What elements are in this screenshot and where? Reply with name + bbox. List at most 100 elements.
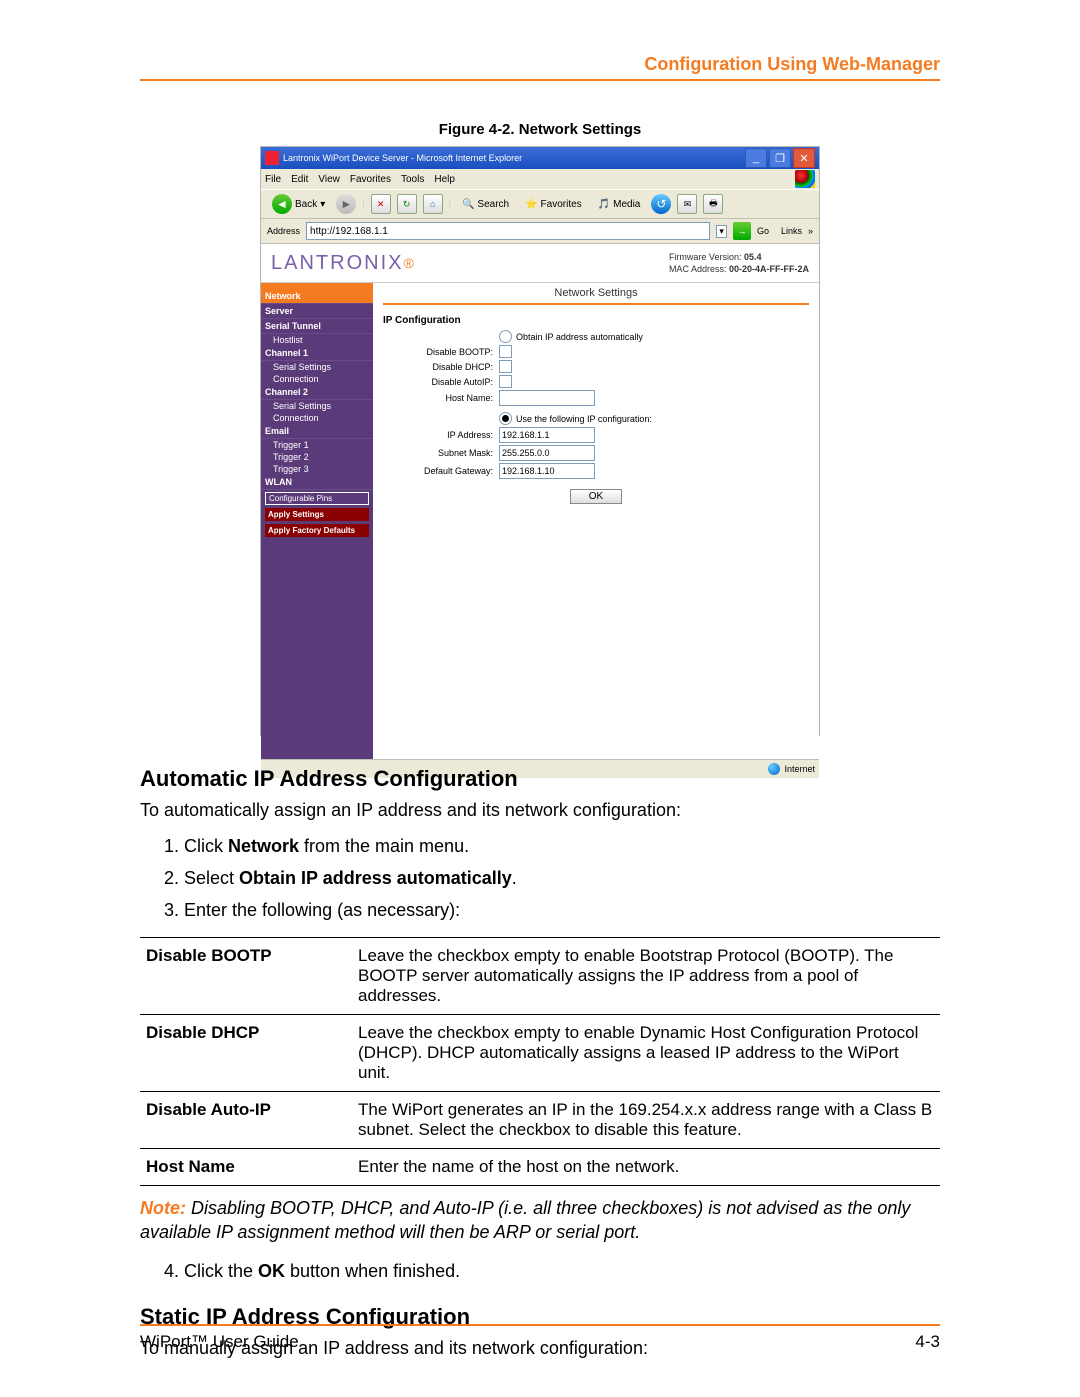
sidebar-item-trig2[interactable]: Trigger 2 xyxy=(261,451,373,463)
go-button[interactable]: → xyxy=(733,222,751,240)
radio-auto[interactable] xyxy=(499,330,512,343)
sidebar-item-trig1[interactable]: Trigger 1 xyxy=(261,439,373,451)
main-panel: Network Settings IP Configuration Obtain… xyxy=(373,283,819,759)
firmware-label: Firmware Version: xyxy=(669,252,742,262)
sidebar-item-hostlist[interactable]: Hostlist xyxy=(261,334,373,346)
table-row: Disable DHCPLeave the checkbox empty to … xyxy=(140,1015,940,1092)
windows-logo-icon xyxy=(795,170,815,188)
step-3: Enter the following (as necessary): xyxy=(184,897,940,923)
screenshot-window: Lantronix WiPort Device Server - Microso… xyxy=(260,146,820,736)
radio-static[interactable] xyxy=(499,412,512,425)
table-row: Disable BOOTPLeave the checkbox empty to… xyxy=(140,938,940,1015)
address-input[interactable] xyxy=(306,222,710,240)
menu-favorites[interactable]: Favorites xyxy=(350,174,391,185)
toolbar: ◄Back ▾ ► | ✕ ↻ ⌂ | 🔍Search ⭐Favorites 🎵… xyxy=(261,189,819,219)
window-title: Lantronix WiPort Device Server - Microso… xyxy=(283,153,522,163)
menu-tools[interactable]: Tools xyxy=(401,174,424,185)
footer-left: WiPort™ User Guide xyxy=(140,1332,299,1352)
sidebar-item-wlan[interactable]: WLAN xyxy=(261,475,373,490)
opt-auto-label: Obtain IP address automatically xyxy=(516,332,643,342)
lantronix-logo: LANTRONIX xyxy=(271,252,403,275)
ip-config-header: IP Configuration xyxy=(383,315,809,326)
sidebar-item-serial2[interactable]: Serial Settings xyxy=(261,400,373,412)
ok-button[interactable]: OK xyxy=(570,489,622,504)
media-button[interactable]: 🎵Media xyxy=(593,197,646,212)
disable-autoip-checkbox[interactable] xyxy=(499,375,512,388)
mail-button[interactable]: ✉ xyxy=(677,194,697,214)
menu-edit[interactable]: Edit xyxy=(291,174,308,185)
gateway-input[interactable] xyxy=(499,463,595,479)
figure-caption: Figure 4-2. Network Settings xyxy=(140,121,940,138)
refresh-button[interactable]: ↻ xyxy=(397,194,417,214)
sidebar-item-server[interactable]: Server xyxy=(261,304,373,319)
footer-right: 4-3 xyxy=(915,1332,940,1352)
disable-dhcp-checkbox[interactable] xyxy=(499,360,512,373)
forward-button[interactable]: ► xyxy=(336,194,356,214)
mac-label: MAC Address: xyxy=(669,264,727,274)
minimize-button[interactable]: _ xyxy=(745,148,767,168)
menu-view[interactable]: View xyxy=(318,174,340,185)
subnet-input[interactable] xyxy=(499,445,595,461)
mac-value: 00-20-4A-FF-FF-2A xyxy=(729,264,809,274)
gateway-label: Default Gateway: xyxy=(383,466,493,476)
search-button[interactable]: 🔍Search xyxy=(457,197,514,212)
hostname-input[interactable] xyxy=(499,390,595,406)
table-row: Disable Auto-IPThe WiPort generates an I… xyxy=(140,1092,940,1149)
page-footer: WiPort™ User Guide 4-3 xyxy=(140,1324,940,1352)
sidebar-item-pins[interactable]: Configurable Pins xyxy=(265,492,369,505)
sidebar-item-serial-tunnel[interactable]: Serial Tunnel xyxy=(261,319,373,334)
disable-autoip-label: Disable AutoIP: xyxy=(383,377,493,387)
options-table: Disable BOOTPLeave the checkbox empty to… xyxy=(140,937,940,1186)
brand-bar: LANTRONIX® Firmware Version: 05.4 MAC Ad… xyxy=(261,244,819,283)
sidebar-item-serial1[interactable]: Serial Settings xyxy=(261,361,373,373)
status-text: Internet xyxy=(784,764,815,774)
sidebar-item-channel2[interactable]: Channel 2 xyxy=(261,385,373,400)
sidebar-item-conn1[interactable]: Connection xyxy=(261,373,373,385)
window-titlebar: Lantronix WiPort Device Server - Microso… xyxy=(261,147,819,169)
header-rule xyxy=(140,79,940,81)
page-header: Configuration Using Web-Manager xyxy=(140,54,940,79)
sidebar-item-conn2[interactable]: Connection xyxy=(261,412,373,424)
step-2: Select Obtain IP address automatically. xyxy=(184,865,940,891)
note: Note: Disabling BOOTP, DHCP, and Auto-IP… xyxy=(140,1196,940,1244)
go-label: Go xyxy=(757,226,769,236)
hostname-label: Host Name: xyxy=(383,393,493,403)
address-label: Address xyxy=(267,226,300,236)
subnet-label: Subnet Mask: xyxy=(383,448,493,458)
main-title: Network Settings xyxy=(383,283,809,305)
heading-auto-ip: Automatic IP Address Configuration xyxy=(140,766,940,792)
sidebar-item-channel1[interactable]: Channel 1 xyxy=(261,346,373,361)
disable-bootp-label: Disable BOOTP: xyxy=(383,347,493,357)
sidebar-item-trig3[interactable]: Trigger 3 xyxy=(261,463,373,475)
app-icon xyxy=(265,151,279,165)
menu-help[interactable]: Help xyxy=(434,174,455,185)
back-button[interactable]: ◄Back ▾ xyxy=(267,192,330,216)
opt-static-label: Use the following IP configuration: xyxy=(516,414,652,424)
disable-bootp-checkbox[interactable] xyxy=(499,345,512,358)
home-button[interactable]: ⌂ xyxy=(423,194,443,214)
sidebar-apply-settings[interactable]: Apply Settings xyxy=(265,508,369,521)
firmware-value: 05.4 xyxy=(744,252,762,262)
close-button[interactable]: ✕ xyxy=(793,148,815,168)
address-bar: Address ▾ → Go Links» xyxy=(261,219,819,244)
maximize-button[interactable]: ❐ xyxy=(769,148,791,168)
para-auto-intro: To automatically assign an IP address an… xyxy=(140,800,940,821)
table-row: Host NameEnter the name of the host on t… xyxy=(140,1149,940,1186)
menu-file[interactable]: File xyxy=(265,174,281,185)
sidebar-item-email[interactable]: Email xyxy=(261,424,373,439)
steps-auto: Click Network from the main menu. Select… xyxy=(140,833,940,923)
favorites-button[interactable]: ⭐Favorites xyxy=(520,197,587,212)
disable-dhcp-label: Disable DHCP: xyxy=(383,362,493,372)
print-button[interactable]: 🖶 xyxy=(703,194,723,214)
step-4: Click the OK button when finished. xyxy=(184,1258,940,1284)
step-1: Click Network from the main menu. xyxy=(184,833,940,859)
stop-button[interactable]: ✕ xyxy=(371,194,391,214)
steps-auto-cont: Click the OK button when finished. xyxy=(140,1258,940,1284)
sidebar-item-network[interactable]: Network xyxy=(261,289,373,304)
ip-input[interactable] xyxy=(499,427,595,443)
ip-label: IP Address: xyxy=(383,430,493,440)
history-button[interactable]: ↺ xyxy=(651,194,671,214)
sidebar: Network Server Serial Tunnel Hostlist Ch… xyxy=(261,283,373,759)
sidebar-apply-defaults[interactable]: Apply Factory Defaults xyxy=(265,524,369,537)
links-label[interactable]: Links xyxy=(781,226,802,236)
